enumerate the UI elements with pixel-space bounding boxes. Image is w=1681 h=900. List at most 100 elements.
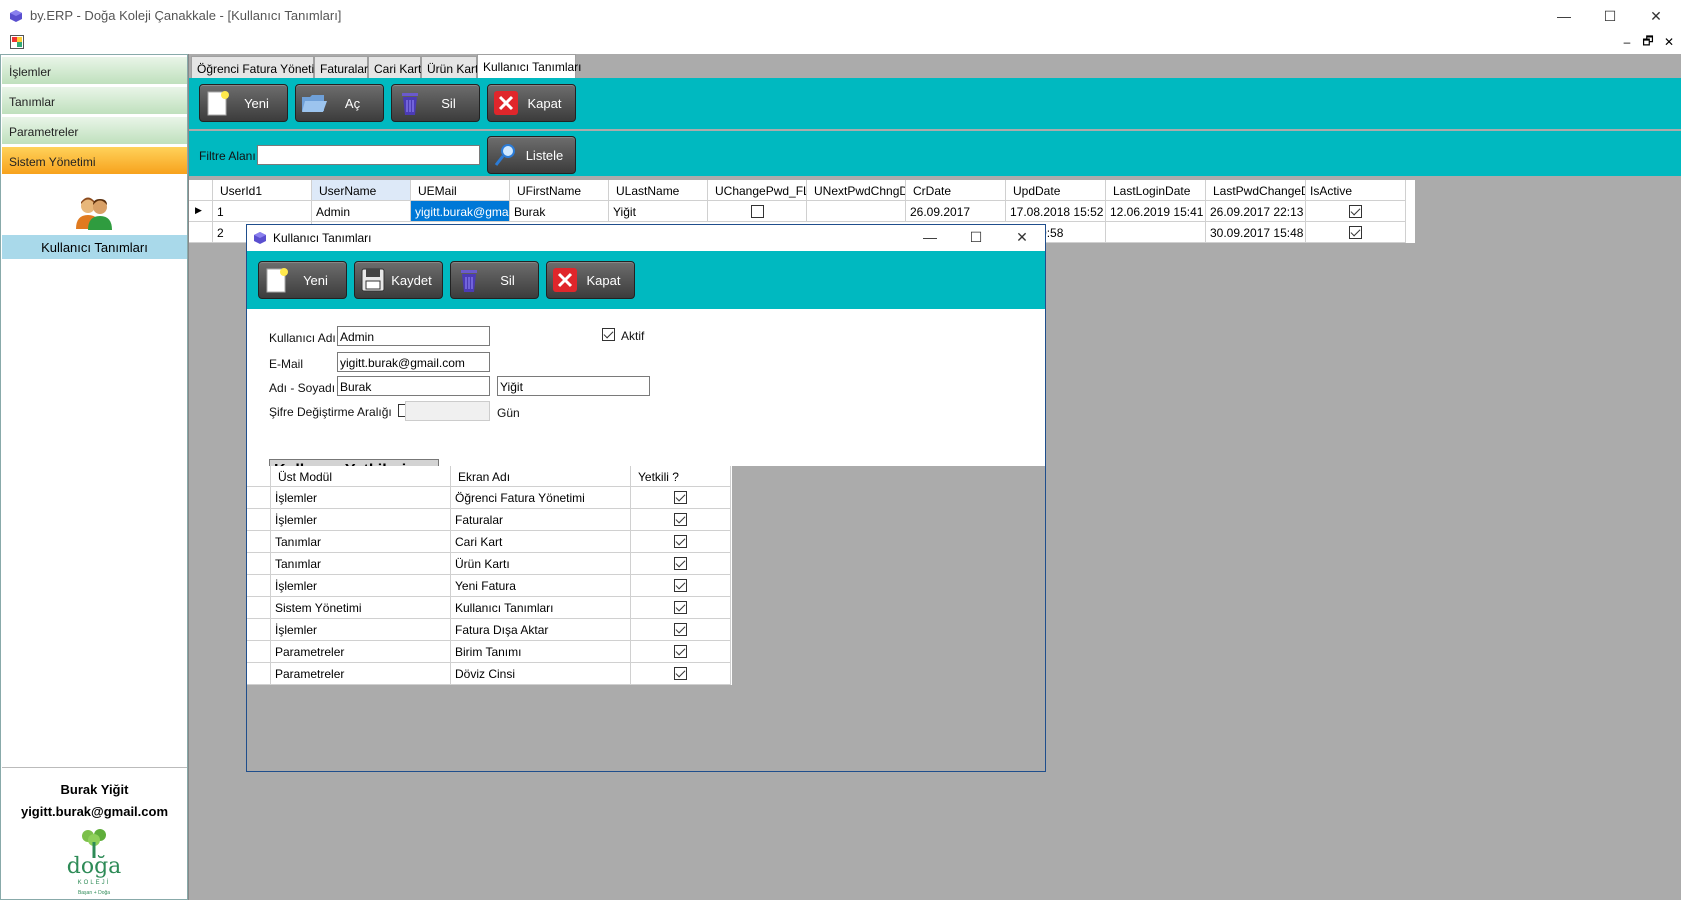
permission-module-cell[interactable]: Tanımlar <box>271 531 451 553</box>
row-selector[interactable] <box>247 553 271 575</box>
row-selector[interactable] <box>247 487 271 509</box>
checkbox[interactable] <box>750 205 764 218</box>
checkbox-checked[interactable] <box>674 579 687 592</box>
permission-authorized-cell[interactable] <box>631 619 731 641</box>
filter-input[interactable] <box>257 145 480 165</box>
table-cell[interactable]: 26.09.2017 <box>906 201 1006 222</box>
checkbox-checked[interactable] <box>674 601 687 614</box>
col-header[interactable]: LastPwdChangeDa <box>1206 180 1306 201</box>
last-name-input[interactable]: Yiğit <box>497 376 650 396</box>
checkbox-checked[interactable] <box>674 645 687 658</box>
permission-screen-cell[interactable]: Birim Tanımı <box>451 641 631 663</box>
delete-button[interactable]: Sil <box>391 84 480 122</box>
permission-screen-cell[interactable]: Kullanıcı Tanımları <box>451 597 631 619</box>
permission-module-cell[interactable]: İşlemler <box>271 487 451 509</box>
col-header-yetkili[interactable]: Yetkili ? <box>631 466 731 487</box>
dialog-delete-button[interactable]: Sil <box>450 261 539 299</box>
nav-item-tanimlar[interactable]: Tanımlar <box>2 87 187 115</box>
tab-cari-kart[interactable]: Cari Kart <box>368 56 421 78</box>
permission-module-cell[interactable]: Tanımlar <box>271 553 451 575</box>
table-cell[interactable]: 1 <box>213 201 312 222</box>
permission-authorized-cell[interactable] <box>631 487 731 509</box>
row-selector-icon[interactable]: ▶ <box>189 201 213 222</box>
row-selector[interactable] <box>189 222 213 243</box>
nav-item-parametreler[interactable]: Parametreler <box>2 117 187 145</box>
col-header[interactable]: LastLoginDate <box>1106 180 1206 201</box>
checkbox-checked[interactable] <box>674 535 687 548</box>
tab-ogrenci-fatura-yonetimi[interactable]: Öğrenci Fatura Yönetimi <box>191 56 327 78</box>
permission-authorized-cell[interactable] <box>631 553 731 575</box>
row-selector[interactable] <box>247 531 271 553</box>
table-cell[interactable]: 30.09.2017 15:48 <box>1206 222 1306 243</box>
dialog-close-form-button[interactable]: Kapat <box>546 261 635 299</box>
table-cell-checkbox[interactable] <box>1306 201 1406 222</box>
checkbox-checked[interactable] <box>674 491 687 504</box>
row-selector[interactable] <box>247 619 271 641</box>
table-cell[interactable] <box>1106 222 1206 243</box>
permission-screen-cell[interactable]: Yeni Fatura <box>451 575 631 597</box>
password-interval-input[interactable] <box>405 401 490 421</box>
col-header[interactable]: UEMail <box>411 180 510 201</box>
col-header[interactable]: UpdDate <box>1006 180 1106 201</box>
tab-faturalar[interactable]: Faturalar <box>314 56 368 78</box>
row-selector[interactable] <box>247 575 271 597</box>
col-header-ust-modul[interactable]: Üst Modül <box>271 466 451 487</box>
checkbox-checked[interactable] <box>674 557 687 570</box>
email-input[interactable]: yigitt.burak@gmail.com <box>337 352 490 372</box>
checkbox-checked[interactable] <box>1349 205 1362 218</box>
permission-authorized-cell[interactable] <box>631 531 731 553</box>
permission-module-cell[interactable]: Sistem Yönetimi <box>271 597 451 619</box>
permission-module-cell[interactable]: İşlemler <box>271 619 451 641</box>
col-header-ekran-adi[interactable]: Ekran Adı <box>451 466 631 487</box>
permission-authorized-cell[interactable] <box>631 575 731 597</box>
table-cell[interactable]: Burak <box>510 201 609 222</box>
checkbox-checked[interactable] <box>1349 226 1362 239</box>
table-cell[interactable]: 26.09.2017 22:13 <box>1206 201 1306 222</box>
col-header[interactable]: UChangePwd_FL <box>708 180 807 201</box>
permission-authorized-cell[interactable] <box>631 641 731 663</box>
col-header[interactable]: UFirstName <box>510 180 609 201</box>
permission-screen-cell[interactable]: Faturalar <box>451 509 631 531</box>
row-selector[interactable] <box>247 597 271 619</box>
checkbox-checked[interactable] <box>674 623 687 636</box>
tab-urun-karti[interactable]: Ürün Kartı <box>421 56 482 78</box>
active-checkbox[interactable] <box>602 328 615 341</box>
open-button[interactable]: Aç <box>295 84 384 122</box>
permission-screen-cell[interactable]: Fatura Dışa Aktar <box>451 619 631 641</box>
row-selector[interactable] <box>247 663 271 685</box>
table-cell[interactable]: 17.08.2018 15:52 <box>1006 201 1106 222</box>
col-header[interactable]: UNextPwdChngDay <box>807 180 906 201</box>
permission-authorized-cell[interactable] <box>631 663 731 685</box>
nav-subitem-kullanici-tanimlari[interactable]: Kullanıcı Tanımları <box>2 235 187 259</box>
permission-screen-cell[interactable]: Cari Kart <box>451 531 631 553</box>
permission-authorized-cell[interactable] <box>631 597 731 619</box>
mdi-minimize-button[interactable]: – <box>1619 34 1635 50</box>
table-cell-checkbox[interactable] <box>1306 222 1406 243</box>
dialog-save-button[interactable]: Kaydet <box>354 261 443 299</box>
mdi-close-button[interactable]: ✕ <box>1661 34 1677 50</box>
list-button[interactable]: Listele <box>487 136 576 174</box>
first-name-input[interactable]: Burak <box>337 376 490 396</box>
permission-module-cell[interactable]: Parametreler <box>271 641 451 663</box>
col-header[interactable]: UserId1 <box>213 180 312 201</box>
col-header[interactable]: UserName <box>312 180 411 201</box>
table-cell[interactable]: Admin <box>312 201 411 222</box>
mdi-child-icon[interactable] <box>10 35 24 49</box>
row-selector[interactable] <box>247 509 271 531</box>
username-input[interactable]: Admin <box>337 326 490 346</box>
maximize-button[interactable]: ☐ <box>1587 0 1633 32</box>
permission-module-cell[interactable]: Parametreler <box>271 663 451 685</box>
minimize-button[interactable]: — <box>1541 0 1587 32</box>
close-button[interactable]: ✕ <box>1633 0 1679 32</box>
dialog-close-button[interactable]: ✕ <box>999 222 1045 252</box>
nav-item-islemler[interactable]: İşlemler <box>2 57 187 85</box>
checkbox-checked[interactable] <box>674 667 687 680</box>
close-form-button[interactable]: Kapat <box>487 84 576 122</box>
dialog-minimize-button[interactable]: — <box>907 222 953 252</box>
permission-module-cell[interactable]: İşlemler <box>271 575 451 597</box>
nav-item-sistem-yonetimi[interactable]: Sistem Yönetimi <box>2 147 187 175</box>
checkbox-checked[interactable] <box>674 513 687 526</box>
dialog-maximize-button[interactable]: ☐ <box>953 222 999 252</box>
permission-screen-cell[interactable]: Ürün Kartı <box>451 553 631 575</box>
table-cell-checkbox[interactable] <box>708 201 807 222</box>
